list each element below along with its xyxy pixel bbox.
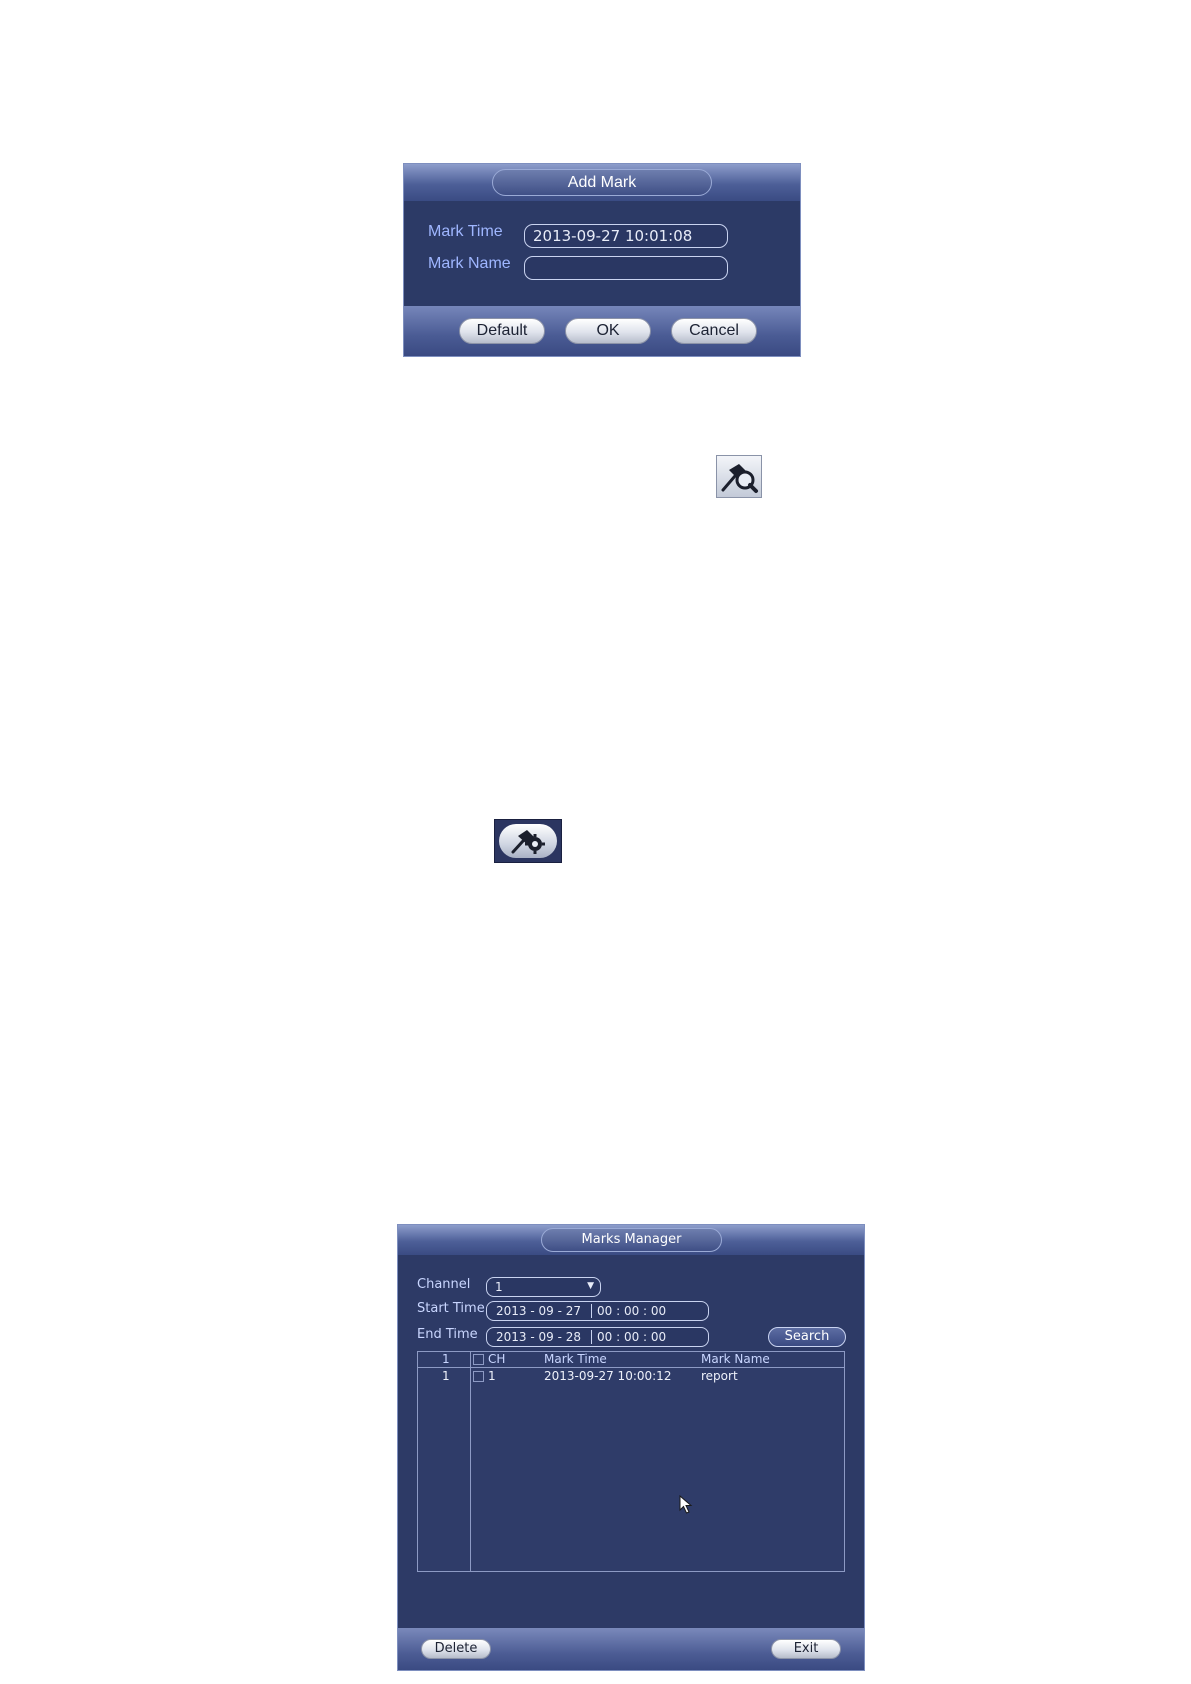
row-ch: 1 bbox=[488, 1369, 496, 1383]
search-button[interactable]: Search bbox=[768, 1327, 846, 1347]
header-mark-name: Mark Name bbox=[701, 1352, 770, 1366]
mark-manager-button[interactable] bbox=[494, 819, 562, 863]
row-index: 1 bbox=[442, 1369, 450, 1383]
start-clock[interactable]: 00 : 00 : 00 bbox=[597, 1302, 666, 1320]
select-all-checkbox[interactable] bbox=[473, 1354, 484, 1365]
mark-name-input[interactable] bbox=[524, 256, 728, 280]
start-time-label: Start Time bbox=[417, 1301, 485, 1316]
row-checkbox[interactable] bbox=[473, 1371, 484, 1382]
table-header-divider bbox=[418, 1367, 844, 1368]
chevron-down-icon: ▼ bbox=[587, 1281, 594, 1291]
marks-manager-window: Marks Manager Channel 1 ▼ Start Time 201… bbox=[397, 1224, 865, 1671]
window-title-bar: Marks Manager bbox=[398, 1225, 864, 1255]
header-mark-time: Mark Time bbox=[544, 1352, 607, 1366]
delete-button[interactable]: Delete bbox=[421, 1639, 491, 1659]
start-date[interactable]: 2013 - 09 - 27 bbox=[496, 1302, 581, 1320]
field-divider bbox=[591, 1304, 592, 1318]
start-time-field[interactable]: 2013 - 09 - 27 00 : 00 : 00 bbox=[486, 1301, 709, 1321]
window-title: Marks Manager bbox=[541, 1228, 722, 1252]
dialog-footer: Default OK Cancel bbox=[404, 306, 800, 356]
marks-table: 1 CH Mark Time Mark Name 1 1 2013-09-27 … bbox=[417, 1351, 845, 1572]
end-date[interactable]: 2013 - 09 - 28 bbox=[496, 1328, 581, 1346]
dialog-title: Add Mark bbox=[492, 169, 712, 196]
mark-name-label: Mark Name bbox=[428, 255, 511, 272]
add-mark-dialog: Add Mark Mark Time 2013-09-27 10:01:08 M… bbox=[403, 163, 801, 357]
end-time-field[interactable]: 2013 - 09 - 28 00 : 00 : 00 bbox=[486, 1327, 709, 1347]
mark-time-field[interactable]: 2013-09-27 10:01:08 bbox=[524, 224, 728, 248]
row-mark-time[interactable]: 2013-09-27 10:00:12 bbox=[544, 1369, 671, 1383]
header-index: 1 bbox=[442, 1352, 450, 1366]
channel-label: Channel bbox=[417, 1277, 471, 1292]
end-time-label: End Time bbox=[417, 1327, 478, 1342]
default-button[interactable]: Default bbox=[459, 318, 545, 344]
mark-manager-button-face bbox=[499, 824, 557, 858]
mark-time-label: Mark Time bbox=[428, 223, 503, 240]
table-column-divider bbox=[470, 1352, 471, 1571]
dialog-title-bar: Add Mark bbox=[404, 164, 800, 201]
field-divider bbox=[591, 1330, 592, 1344]
mouse-cursor-icon bbox=[679, 1495, 693, 1514]
end-clock[interactable]: 00 : 00 : 00 bbox=[597, 1328, 666, 1346]
window-footer: Delete Exit bbox=[398, 1628, 864, 1670]
search-mark-icon[interactable] bbox=[716, 455, 762, 498]
ok-button[interactable]: OK bbox=[565, 318, 651, 344]
pin-magnifier-icon bbox=[721, 464, 758, 493]
row-mark-name[interactable]: report bbox=[701, 1369, 738, 1383]
exit-button[interactable]: Exit bbox=[771, 1639, 841, 1659]
channel-select[interactable]: 1 ▼ bbox=[486, 1277, 601, 1297]
header-ch: CH bbox=[488, 1352, 506, 1366]
cancel-button[interactable]: Cancel bbox=[671, 318, 757, 344]
pin-gear-icon bbox=[511, 830, 545, 854]
channel-value: 1 bbox=[495, 1280, 503, 1294]
